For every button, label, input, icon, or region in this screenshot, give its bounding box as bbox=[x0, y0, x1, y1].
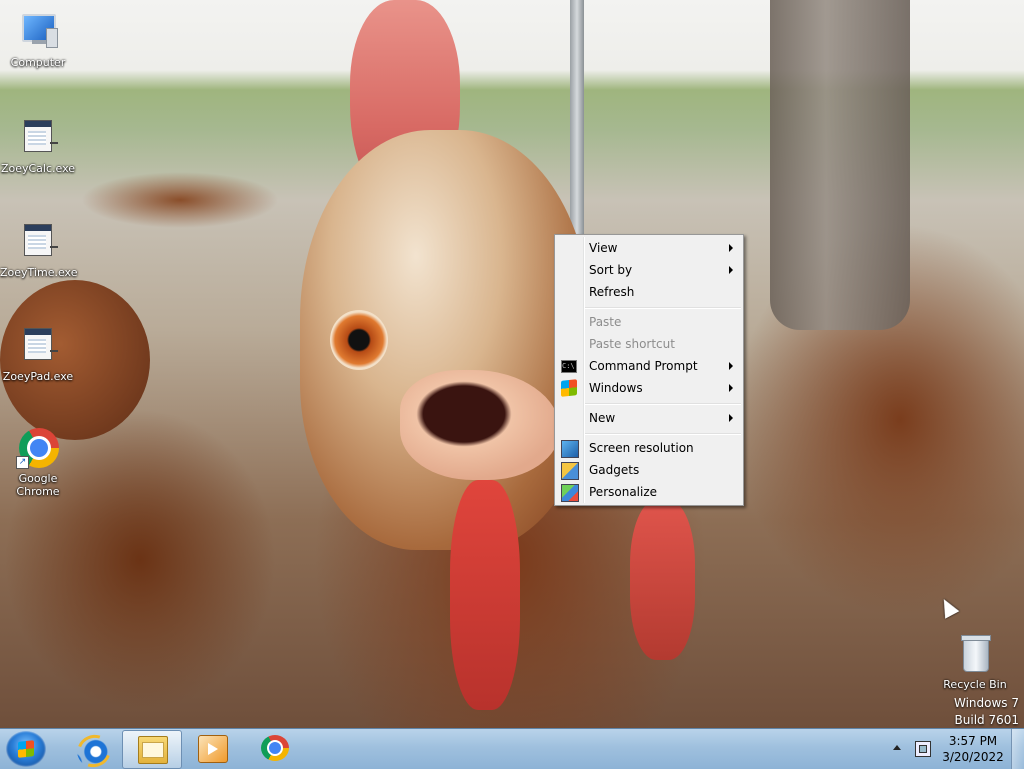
taskbar-windows-explorer[interactable] bbox=[122, 730, 182, 769]
desktop-icon-label: Google Chrome bbox=[16, 472, 60, 498]
menu-separator bbox=[585, 433, 741, 435]
personalize-icon bbox=[561, 484, 579, 502]
wallpaper-chicken-eye bbox=[330, 310, 388, 370]
desktop-icon-zoeypad[interactable]: ZoeyPad.exe bbox=[0, 324, 76, 383]
menu-item-label: Refresh bbox=[589, 285, 635, 299]
menu-item-gadgets[interactable]: Gadgets bbox=[557, 459, 741, 481]
submenu-arrow-icon bbox=[729, 244, 733, 252]
google-chrome-icon bbox=[261, 735, 289, 761]
taskbar-google-chrome[interactable] bbox=[246, 730, 304, 767]
desktop-icon-label: ZoeyCalc.exe bbox=[0, 162, 76, 175]
menu-item-view[interactable]: View bbox=[557, 237, 741, 259]
submenu-arrow-icon bbox=[729, 362, 733, 370]
menu-item-paste-shortcut[interactable]: Paste shortcut bbox=[557, 333, 741, 355]
desktop-icon-zoeycalc[interactable]: ZoeyCalc.exe bbox=[0, 116, 76, 175]
exe-icon bbox=[16, 116, 60, 160]
watermark-build: Build 7601 bbox=[954, 713, 1019, 727]
exe-icon bbox=[16, 220, 60, 264]
menu-item-label: View bbox=[589, 241, 618, 255]
submenu-arrow-icon bbox=[729, 414, 733, 422]
desktop-icon-label: ZoeyPad.exe bbox=[2, 370, 74, 383]
windows-logo-icon bbox=[18, 740, 34, 758]
menu-item-sort-by[interactable]: Sort by bbox=[557, 259, 741, 281]
menu-item-label: Gadgets bbox=[589, 463, 640, 477]
watermark-os: Windows 7 bbox=[953, 696, 1019, 710]
wallpaper-chicken-wattle bbox=[630, 500, 695, 660]
windows-media-player-icon bbox=[198, 735, 228, 763]
start-button[interactable] bbox=[6, 731, 46, 767]
menu-item-paste[interactable]: Paste bbox=[557, 311, 741, 333]
menu-item-label: New bbox=[589, 411, 616, 425]
taskbar-internet-explorer[interactable] bbox=[62, 729, 120, 773]
wallpaper-tree bbox=[770, 0, 910, 330]
windows-explorer-icon bbox=[138, 736, 168, 764]
menu-item-label: Command Prompt bbox=[589, 359, 698, 373]
command-prompt-icon: C:\ bbox=[561, 360, 577, 373]
menu-item-refresh[interactable]: Refresh bbox=[557, 281, 741, 303]
exe-icon bbox=[16, 324, 60, 368]
wallpaper-pole bbox=[570, 0, 584, 240]
menu-item-personalize[interactable]: Personalize bbox=[557, 481, 741, 503]
windows-build-watermark: Windows 7 Build 7601 bbox=[954, 695, 1019, 729]
taskbar: 3:57 PM 3/20/2022 bbox=[0, 728, 1024, 773]
clock-time: 3:57 PM bbox=[948, 734, 998, 748]
menu-item-windows[interactable]: Windows bbox=[557, 377, 741, 399]
computer-icon bbox=[16, 10, 60, 54]
wallpaper-chicken-wattle bbox=[450, 480, 520, 710]
menu-item-label: Personalize bbox=[589, 485, 658, 499]
desktop-wallpaper[interactable] bbox=[0, 0, 1024, 728]
menu-item-label: Screen resolution bbox=[589, 441, 694, 455]
show-hidden-icons-button[interactable] bbox=[893, 745, 901, 750]
show-desktop-button[interactable] bbox=[1011, 729, 1024, 769]
chrome-icon: ↗ bbox=[16, 426, 60, 470]
clock-date: 3/20/2022 bbox=[942, 750, 1004, 764]
desktop-icon-zoeytime[interactable]: ZoeyTime.exe bbox=[0, 220, 78, 279]
desktop-icon-google-chrome[interactable]: ↗ Google Chrome bbox=[0, 426, 76, 498]
gadgets-icon bbox=[561, 462, 579, 480]
windows-logo-icon bbox=[561, 379, 577, 397]
desktop-icon-recycle-bin[interactable]: Recycle Bin bbox=[937, 632, 1013, 691]
menu-item-label: Sort by bbox=[589, 263, 633, 277]
screen-resolution-icon bbox=[561, 440, 579, 458]
taskbar-clock[interactable]: 3:57 PM 3/20/2022 bbox=[938, 733, 1008, 765]
recycle-bin-icon bbox=[953, 632, 997, 676]
submenu-arrow-icon bbox=[729, 266, 733, 274]
menu-item-label: Paste shortcut bbox=[589, 337, 675, 351]
desktop-context-menu: View Sort by Refresh Paste Paste shortcu… bbox=[554, 234, 744, 506]
taskbar-windows-media-player[interactable] bbox=[183, 730, 241, 767]
network-icon[interactable] bbox=[915, 741, 931, 757]
desktop-icon-label: Recycle Bin bbox=[943, 678, 1007, 691]
menu-item-label: Paste bbox=[589, 315, 622, 329]
menu-separator bbox=[585, 307, 741, 309]
desktop-icon-label: ZoeyTime.exe bbox=[0, 266, 78, 279]
menu-item-command-prompt[interactable]: C:\ Command Prompt bbox=[557, 355, 741, 377]
internet-explorer-icon bbox=[71, 729, 117, 773]
menu-separator bbox=[585, 403, 741, 405]
menu-item-label: Windows bbox=[589, 381, 643, 395]
menu-item-screen-resolution[interactable]: Screen resolution bbox=[557, 437, 741, 459]
desktop-icon-computer[interactable]: Computer bbox=[0, 10, 76, 69]
desktop-icon-label: Computer bbox=[10, 56, 66, 69]
submenu-arrow-icon bbox=[729, 384, 733, 392]
menu-item-new[interactable]: New bbox=[557, 407, 741, 429]
